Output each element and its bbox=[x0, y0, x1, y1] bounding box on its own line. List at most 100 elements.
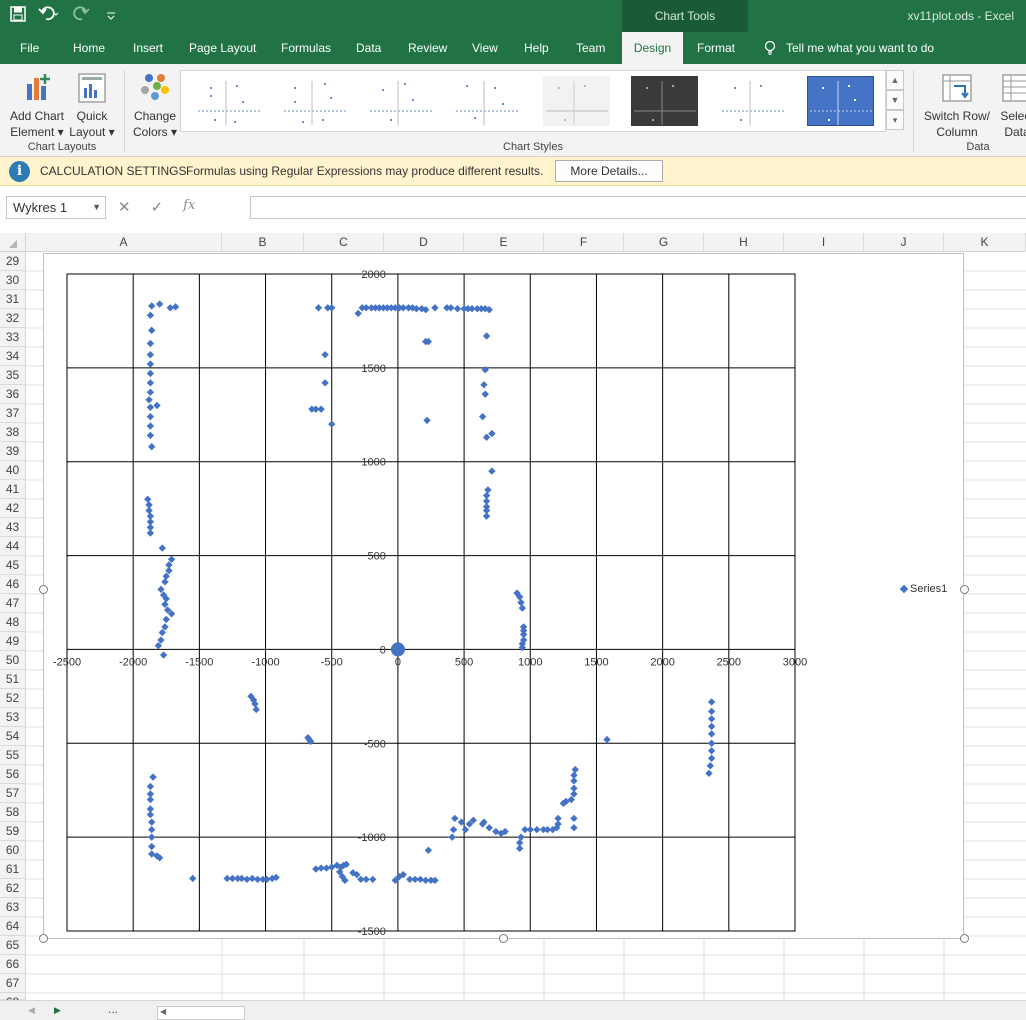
row-header-56[interactable]: 56 bbox=[0, 765, 26, 784]
resize-handle-bottom-right[interactable] bbox=[960, 934, 969, 943]
row-header-44[interactable]: 44 bbox=[0, 537, 26, 556]
tab-review[interactable]: Review bbox=[402, 32, 453, 64]
chart-area[interactable]: -2500 -2000 -1500 -1000 -500 0 500 1000 1500 2000… bbox=[43, 253, 964, 939]
chart-style-7[interactable] bbox=[719, 76, 786, 126]
enter-icon[interactable]: ✓ bbox=[151, 198, 164, 216]
scatter-chart[interactable]: -2500 -2000 -1500 -1000 -500 0 500 1000 1500 2000… bbox=[44, 254, 965, 940]
row-header-52[interactable]: 52 bbox=[0, 689, 26, 708]
formula-input[interactable] bbox=[250, 196, 1026, 219]
undo-icon[interactable] bbox=[38, 6, 60, 28]
row-header-66[interactable]: 66 bbox=[0, 955, 26, 974]
chart-style-3[interactable] bbox=[367, 76, 434, 126]
tab-team[interactable]: Team bbox=[570, 32, 611, 64]
save-icon[interactable] bbox=[10, 6, 26, 28]
tab-insert[interactable]: Insert bbox=[127, 32, 169, 64]
row-header-38[interactable]: 38 bbox=[0, 423, 26, 442]
column-header-b[interactable]: B bbox=[222, 233, 304, 252]
tab-help[interactable]: Help bbox=[518, 32, 555, 64]
column-header-d[interactable]: D bbox=[384, 233, 464, 252]
row-header-48[interactable]: 48 bbox=[0, 613, 26, 632]
row-header-45[interactable]: 45 bbox=[0, 556, 26, 575]
change-colors-button[interactable]: Change Colors ▾ bbox=[130, 72, 180, 140]
row-header-65[interactable]: 65 bbox=[0, 936, 26, 955]
row-header-63[interactable]: 63 bbox=[0, 898, 26, 917]
row-header-37[interactable]: 37 bbox=[0, 404, 26, 423]
row-header-55[interactable]: 55 bbox=[0, 746, 26, 765]
row-header-49[interactable]: 49 bbox=[0, 632, 26, 651]
next-sheet-icon[interactable]: ▶ bbox=[54, 1005, 61, 1016]
insert-function-icon[interactable]: fx bbox=[183, 198, 195, 216]
row-header-41[interactable]: 41 bbox=[0, 480, 26, 499]
resize-handle-bottom[interactable] bbox=[499, 934, 508, 943]
chart-legend[interactable]: Series1 bbox=[899, 583, 947, 595]
row-header-30[interactable]: 30 bbox=[0, 271, 26, 290]
chevron-down-icon[interactable]: ▼ bbox=[92, 197, 101, 218]
add-chart-element-button[interactable]: Add Chart Element ▾ bbox=[8, 72, 66, 140]
scroll-left-icon[interactable]: ◀ bbox=[160, 1007, 166, 1016]
row-header-60[interactable]: 60 bbox=[0, 841, 26, 860]
row-header-31[interactable]: 31 bbox=[0, 290, 26, 309]
tab-format[interactable]: Format bbox=[691, 32, 741, 64]
chart-style-2[interactable] bbox=[281, 76, 348, 126]
prev-sheet-icon[interactable]: ◀ bbox=[28, 1005, 35, 1016]
tab-home[interactable]: Home bbox=[67, 32, 111, 64]
row-header-32[interactable]: 32 bbox=[0, 309, 26, 328]
row-header-54[interactable]: 54 bbox=[0, 727, 26, 746]
tab-file[interactable]: File bbox=[14, 32, 45, 64]
row-header-43[interactable]: 43 bbox=[0, 518, 26, 537]
row-header-29[interactable]: 29 bbox=[0, 252, 26, 271]
row-header-47[interactable]: 47 bbox=[0, 594, 26, 613]
chart-style-8-selected[interactable] bbox=[807, 76, 874, 126]
tab-formulas[interactable]: Formulas bbox=[275, 32, 337, 64]
horizontal-scrollbar[interactable]: ◀ bbox=[157, 1006, 245, 1020]
tab-view[interactable]: View bbox=[466, 32, 504, 64]
column-header-e[interactable]: E bbox=[464, 233, 544, 252]
tell-me-box[interactable]: Tell me what you want to do bbox=[764, 32, 934, 64]
row-header-42[interactable]: 42 bbox=[0, 499, 26, 518]
chart-style-4[interactable] bbox=[453, 76, 520, 126]
name-box[interactable]: Wykres 1 ▼ bbox=[6, 196, 106, 219]
tab-page-layout[interactable]: Page Layout bbox=[183, 32, 262, 64]
customize-qat-icon[interactable] bbox=[106, 7, 116, 27]
column-header-f[interactable]: F bbox=[544, 233, 624, 252]
row-header-59[interactable]: 59 bbox=[0, 822, 26, 841]
chart-style-6[interactable] bbox=[631, 76, 698, 126]
row-header-53[interactable]: 53 bbox=[0, 708, 26, 727]
more-details-button[interactable]: More Details... bbox=[555, 160, 663, 182]
resize-handle-right[interactable] bbox=[960, 585, 969, 594]
row-header-67[interactable]: 67 bbox=[0, 974, 26, 993]
column-header-c[interactable]: C bbox=[304, 233, 384, 252]
select-all-corner[interactable] bbox=[0, 233, 26, 252]
row-header-35[interactable]: 35 bbox=[0, 366, 26, 385]
column-header-h[interactable]: H bbox=[704, 233, 784, 252]
more-sheets-icon[interactable]: ... bbox=[108, 1002, 118, 1016]
row-header-34[interactable]: 34 bbox=[0, 347, 26, 366]
row-header-62[interactable]: 62 bbox=[0, 879, 26, 898]
row-header-36[interactable]: 36 bbox=[0, 385, 26, 404]
row-header-68[interactable]: 68 bbox=[0, 993, 26, 1009]
column-header-j[interactable]: J bbox=[864, 233, 944, 252]
row-header-64[interactable]: 64 bbox=[0, 917, 26, 936]
column-header-k[interactable]: K bbox=[944, 233, 1026, 252]
row-header-40[interactable]: 40 bbox=[0, 461, 26, 480]
row-header-58[interactable]: 58 bbox=[0, 803, 26, 822]
row-header-61[interactable]: 61 bbox=[0, 860, 26, 879]
column-header-g[interactable]: G bbox=[624, 233, 704, 252]
cancel-icon[interactable]: ✕ bbox=[118, 198, 131, 216]
gallery-scroll-up[interactable]: ▲ bbox=[886, 70, 904, 90]
row-header-46[interactable]: 46 bbox=[0, 575, 26, 594]
select-data-button[interactable]: Select Data bbox=[995, 72, 1026, 140]
switch-row-column-button[interactable]: Switch Row/ Column bbox=[920, 72, 994, 140]
column-header-a[interactable]: A bbox=[26, 233, 222, 252]
resize-handle-left[interactable] bbox=[39, 585, 48, 594]
chart-style-1[interactable] bbox=[195, 76, 262, 126]
tab-design[interactable]: Design bbox=[622, 32, 683, 64]
tab-data[interactable]: Data bbox=[350, 32, 387, 64]
row-header-50[interactable]: 50 bbox=[0, 651, 26, 670]
row-header-57[interactable]: 57 bbox=[0, 784, 26, 803]
quick-layout-button[interactable]: Quick Layout ▾ bbox=[68, 72, 116, 140]
chart-style-5[interactable] bbox=[543, 76, 610, 126]
gallery-more[interactable]: ▾ bbox=[886, 110, 904, 130]
row-header-33[interactable]: 33 bbox=[0, 328, 26, 347]
chart-styles-gallery[interactable] bbox=[180, 70, 886, 132]
